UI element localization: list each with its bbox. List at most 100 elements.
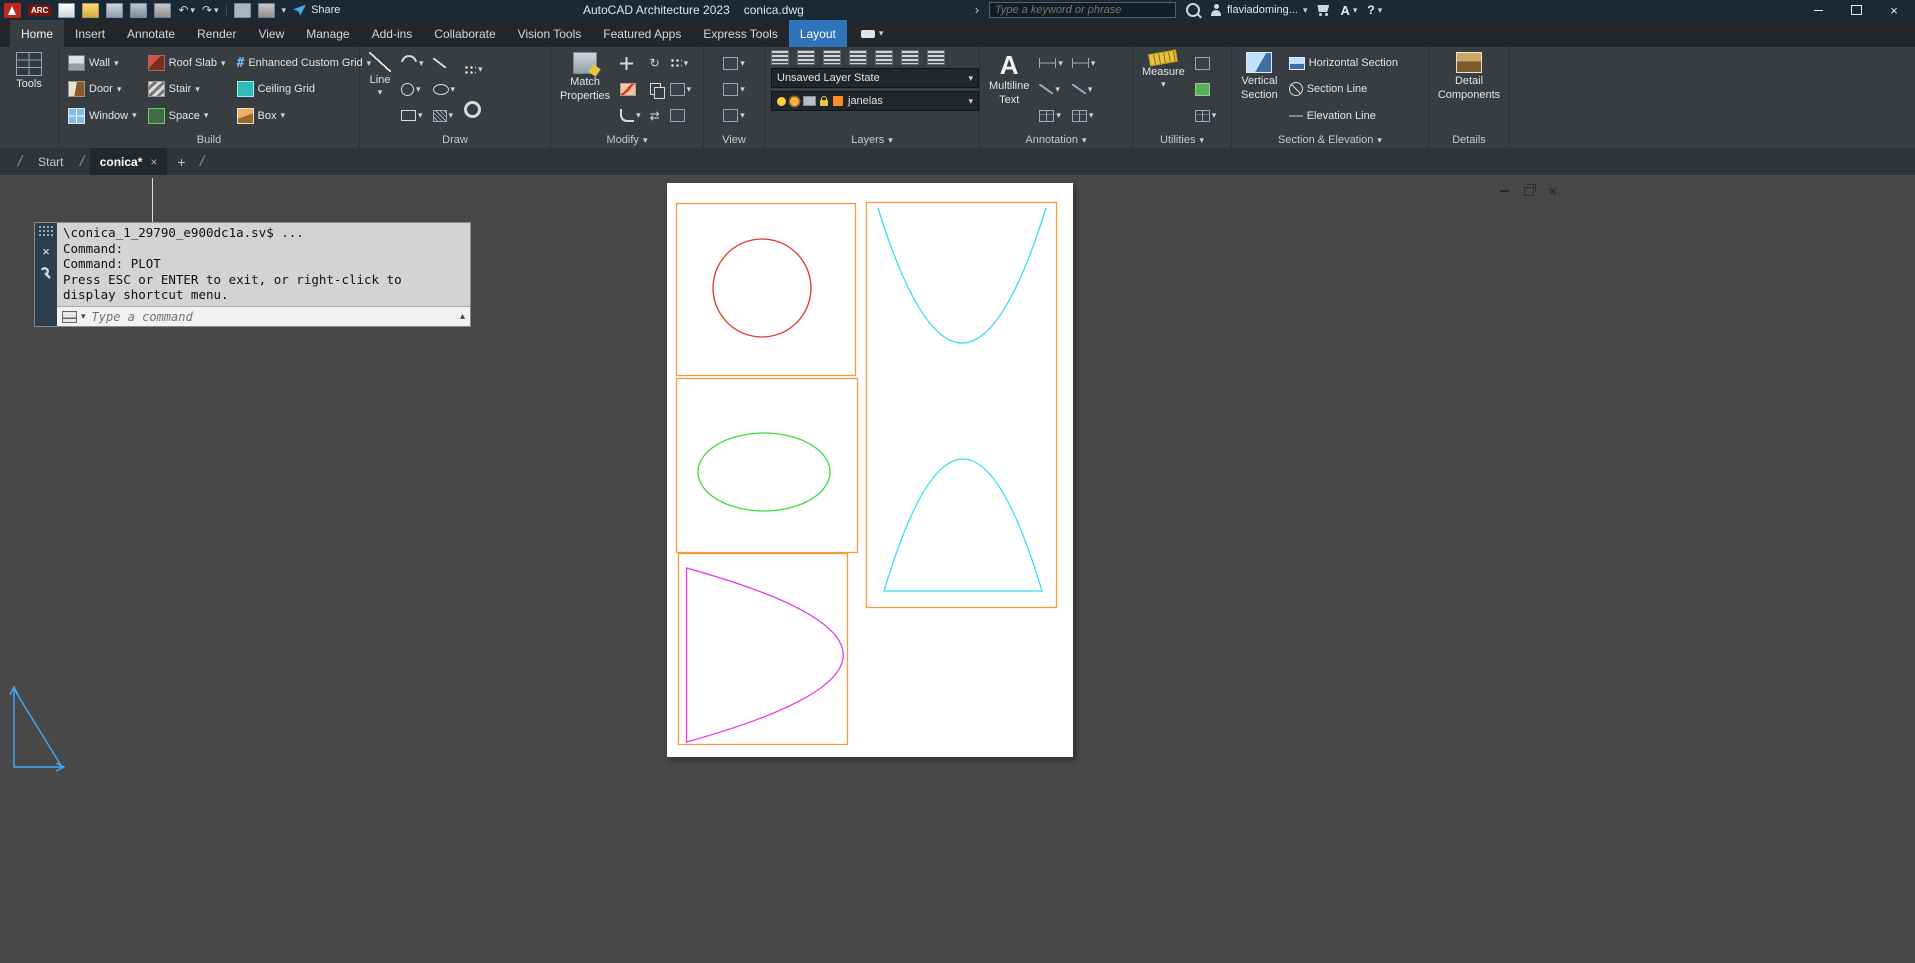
quick-select-button[interactable] bbox=[1193, 52, 1219, 74]
layer-match-button[interactable] bbox=[901, 50, 919, 65]
hyperbola-upper-entity[interactable] bbox=[878, 208, 1046, 343]
ellipse-button[interactable]: ▾ bbox=[431, 78, 458, 100]
layer-properties-button[interactable] bbox=[771, 50, 789, 65]
match-properties-button[interactable]: Match Properties bbox=[557, 50, 613, 129]
layer-state-dropdown[interactable]: Unsaved Layer State ▾ bbox=[771, 68, 979, 88]
annotation-tool-1-button[interactable]: ▾ bbox=[1070, 52, 1098, 74]
layer-freeze-button[interactable] bbox=[849, 50, 867, 65]
command-window-grip[interactable] bbox=[38, 225, 54, 237]
minimize-button[interactable] bbox=[1799, 0, 1837, 20]
copy-button[interactable] bbox=[648, 78, 663, 100]
tools-button[interactable]: Tools bbox=[13, 50, 45, 129]
view-tool-2-button[interactable]: ▾ bbox=[721, 78, 747, 100]
doc-minimize-button[interactable] bbox=[1498, 185, 1511, 197]
command-input[interactable] bbox=[90, 309, 456, 325]
ceiling-grid-button[interactable]: Ceiling Grid bbox=[234, 79, 375, 99]
viewport-frame-4[interactable] bbox=[679, 554, 848, 745]
file-tab-conica[interactable]: conica* × bbox=[90, 148, 168, 175]
panel-expand-icon[interactable]: ▾ bbox=[888, 136, 893, 145]
tab-close-icon[interactable]: × bbox=[150, 155, 157, 169]
point-button[interactable]: ▾ bbox=[462, 59, 485, 81]
measure-button[interactable]: Measure ▾ bbox=[1139, 50, 1188, 129]
hatch-button[interactable]: ▾ bbox=[431, 105, 458, 127]
annotation-tool-2-button[interactable]: ▾ bbox=[1070, 78, 1098, 100]
ribbon-tab-featured-apps[interactable]: Featured Apps bbox=[592, 20, 692, 47]
leader-button[interactable]: ▾ bbox=[1037, 78, 1065, 100]
panel-expand-icon[interactable]: ▾ bbox=[1082, 136, 1087, 145]
plot-button[interactable] bbox=[154, 3, 171, 18]
recent-commands-icon[interactable]: ▾ bbox=[81, 312, 86, 321]
chevron-right-icon[interactable]: › bbox=[975, 4, 979, 16]
panel-expand-icon[interactable]: ▾ bbox=[1377, 136, 1382, 145]
erase-button[interactable] bbox=[618, 78, 643, 100]
ribbon-tab-annotate[interactable]: Annotate bbox=[116, 20, 186, 47]
viewport-frame-3[interactable] bbox=[677, 379, 858, 553]
drawing-area[interactable]: × × bbox=[0, 175, 1915, 963]
ribbon-tab-vision-tools[interactable]: Vision Tools bbox=[507, 20, 593, 47]
quick-access-dropdown-icon[interactable]: ▾ bbox=[282, 6, 287, 15]
layer-dropdown[interactable]: janelas ▾ bbox=[771, 91, 979, 111]
move-button[interactable] bbox=[618, 52, 643, 74]
hyperbola-lower-entity[interactable] bbox=[884, 459, 1042, 591]
horizontal-section-button[interactable]: Horizontal Section bbox=[1286, 53, 1401, 73]
offset-button[interactable]: ▾ bbox=[668, 78, 694, 100]
circle-entity[interactable] bbox=[713, 239, 811, 337]
elevation-line-button[interactable]: Elevation Line bbox=[1286, 106, 1401, 126]
space-button[interactable]: Space ▾ bbox=[145, 106, 229, 126]
layer-lock-button[interactable] bbox=[875, 50, 893, 65]
rectangle-button[interactable]: ▾ bbox=[399, 105, 426, 127]
layer-off-button[interactable] bbox=[797, 50, 815, 65]
dimension-button[interactable]: ▾ bbox=[1037, 52, 1065, 74]
view-tool-3-button[interactable]: ▾ bbox=[721, 105, 747, 127]
stair-button[interactable]: Stair ▾ bbox=[145, 79, 229, 99]
ribbon-tab-manage[interactable]: Manage bbox=[295, 20, 360, 47]
save-as-button[interactable] bbox=[130, 3, 147, 18]
layout-paper[interactable] bbox=[667, 183, 1073, 757]
layer-walk-button[interactable] bbox=[927, 50, 945, 65]
doc-close-button[interactable]: × bbox=[1546, 185, 1559, 197]
polyline-button[interactable] bbox=[431, 52, 458, 74]
annotation-tool-3-button[interactable]: ▾ bbox=[1070, 105, 1098, 127]
account-button[interactable]: flaviadoming... ▾ bbox=[1210, 4, 1307, 16]
quick-calc-button[interactable] bbox=[1193, 78, 1219, 100]
view-tool-1-button[interactable]: ▾ bbox=[721, 52, 747, 74]
open-file-button[interactable] bbox=[82, 3, 99, 18]
roof-slab-button[interactable]: Roof Slab ▾ bbox=[145, 53, 229, 73]
multiline-text-button[interactable]: A Multiline Text bbox=[986, 50, 1032, 129]
ribbon-tab-view[interactable]: View bbox=[247, 20, 295, 47]
search-input[interactable] bbox=[989, 2, 1176, 18]
window-button[interactable]: Window ▾ bbox=[65, 106, 140, 126]
trim-button[interactable]: ▾ bbox=[618, 105, 643, 127]
ribbon-tab-render[interactable]: Render bbox=[186, 20, 247, 47]
line-button[interactable]: Line ▾ bbox=[366, 50, 394, 129]
ribbon-tab-home[interactable]: Home bbox=[10, 20, 64, 47]
rotate-button[interactable]: ↻ bbox=[648, 52, 663, 74]
panel-expand-icon[interactable]: ▾ bbox=[643, 136, 648, 145]
help-button[interactable]: ? ▾ bbox=[1367, 3, 1382, 17]
section-line-button[interactable]: Section Line bbox=[1286, 79, 1401, 99]
ribbon-tab-collaborate[interactable]: Collaborate bbox=[423, 20, 506, 47]
box-button[interactable]: Box ▾ bbox=[234, 106, 375, 126]
enhanced-custom-grid-button[interactable]: # Enhanced Custom Grid ▾ bbox=[234, 53, 375, 73]
ribbon-tab-layout[interactable]: Layout bbox=[789, 20, 847, 47]
autodesk-apps-button[interactable]: A ▾ bbox=[1340, 3, 1357, 18]
new-file-button[interactable] bbox=[58, 3, 75, 18]
arc-button[interactable]: ▾ bbox=[399, 52, 426, 74]
drawing-utilities-button[interactable] bbox=[234, 3, 251, 18]
donut-button[interactable] bbox=[462, 98, 485, 120]
ribbon-tab-express-tools[interactable]: Express Tools bbox=[692, 20, 788, 47]
ribbon-tab-addins[interactable]: Add-ins bbox=[361, 20, 424, 47]
mirror-button[interactable]: ⇄ bbox=[648, 105, 663, 127]
door-button[interactable]: Door ▾ bbox=[65, 79, 140, 99]
share-button[interactable]: Share bbox=[293, 4, 340, 16]
app-logo-icon[interactable] bbox=[4, 3, 21, 18]
ellipse-entity[interactable] bbox=[698, 433, 830, 511]
wall-button[interactable]: Wall ▾ bbox=[65, 53, 140, 73]
command-window[interactable]: × \conica_1_29790_e900dc1a.sv$ ... Comma… bbox=[35, 223, 470, 326]
doc-restore-button[interactable] bbox=[1522, 185, 1535, 197]
circle-button[interactable]: ▾ bbox=[399, 78, 426, 100]
panel-expand-icon[interactable]: ▾ bbox=[1199, 136, 1204, 145]
new-drawing-tab-button[interactable]: + bbox=[169, 148, 193, 175]
command-expand-icon[interactable]: ▴ bbox=[460, 311, 465, 322]
command-customize-wrench-icon[interactable] bbox=[39, 266, 53, 280]
